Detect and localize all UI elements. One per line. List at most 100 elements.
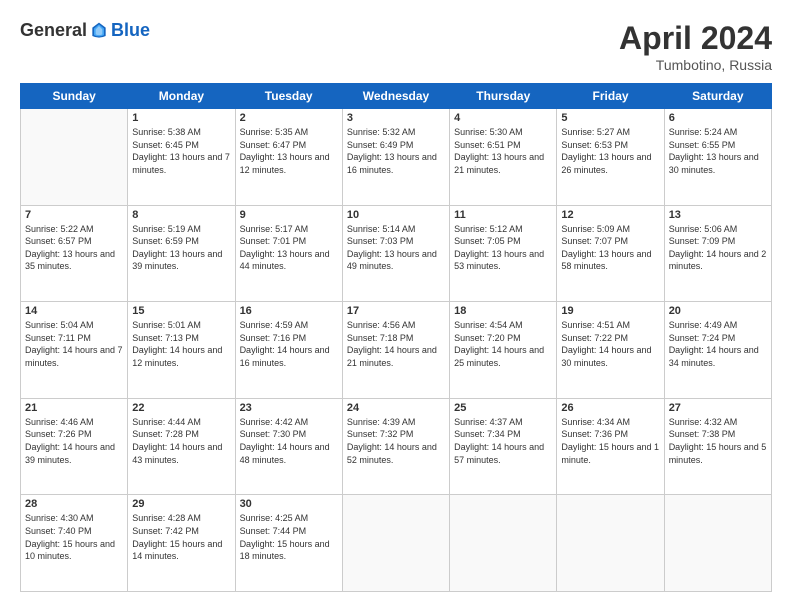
month-title: April 2024 (619, 20, 772, 57)
day-number: 22 (132, 402, 230, 414)
day-info: Sunrise: 4:42 AMSunset: 7:30 PMDaylight:… (240, 416, 338, 466)
day-info: Sunrise: 5:35 AMSunset: 6:47 PMDaylight:… (240, 126, 338, 176)
logo-icon (89, 21, 109, 41)
col-wednesday: Wednesday (342, 84, 449, 109)
day-number: 26 (561, 402, 659, 414)
day-number: 25 (454, 402, 552, 414)
calendar-cell: 14Sunrise: 5:04 AMSunset: 7:11 PMDayligh… (21, 302, 128, 399)
calendar-cell: 27 Sunrise: 4:32 AMSunset: 7:38 PMDayligh… (664, 398, 771, 495)
day-number: 23 (240, 402, 338, 414)
col-friday: Friday (557, 84, 664, 109)
calendar-cell: 6Sunrise: 5:24 AMSunset: 6:55 PMDaylight… (664, 109, 771, 206)
col-thursday: Thursday (450, 84, 557, 109)
day-number: 7 (25, 209, 123, 221)
calendar-cell (664, 495, 771, 592)
day-info: Sunrise: 5:19 AMSunset: 6:59 PMDaylight:… (132, 223, 230, 273)
day-number: 16 (240, 305, 338, 317)
calendar-cell: 7 Sunrise: 5:22 AMSunset: 6:57 PMDaylight… (21, 205, 128, 302)
day-info: Sunrise: 5:12 AMSunset: 7:05 PMDaylight:… (454, 223, 552, 273)
logo-text: General Blue (20, 20, 150, 41)
day-number: 10 (347, 209, 445, 221)
calendar-cell: 26Sunrise: 4:34 AMSunset: 7:36 PMDayligh… (557, 398, 664, 495)
location: Tumbotino, Russia (619, 57, 772, 73)
calendar-cell: 10 Sunrise: 5:14 AMSunset: 7:03 PMDayligh… (342, 205, 449, 302)
calendar-table: Sunday Monday Tuesday Wednesday Thursday… (20, 83, 772, 592)
calendar-cell: 23 Sunrise: 4:42 AMSunset: 7:30 PMDayligh… (235, 398, 342, 495)
calendar-cell: 9Sunrise: 5:17 AMSunset: 7:01 PMDaylight… (235, 205, 342, 302)
day-number: 2 (240, 112, 338, 124)
calendar-cell: 17 Sunrise: 4:56 AMSunset: 7:18 PMDayligh… (342, 302, 449, 399)
day-number: 8 (132, 209, 230, 221)
day-number: 1 (132, 112, 230, 124)
day-number: 14 (25, 305, 123, 317)
day-number: 15 (132, 305, 230, 317)
calendar-week-row: 1 Sunrise: 5:38 AMSunset: 6:45 PMDaylight… (21, 109, 772, 206)
calendar-cell: 24 Sunrise: 4:39 AMSunset: 7:32 PMDayligh… (342, 398, 449, 495)
calendar-cell (450, 495, 557, 592)
title-section: April 2024 Tumbotino, Russia (619, 20, 772, 73)
day-info: Sunrise: 5:38 AMSunset: 6:45 PMDaylight:… (132, 126, 230, 176)
calendar-cell: 29Sunrise: 4:28 AMSunset: 7:42 PMDayligh… (128, 495, 235, 592)
day-info: Sunrise: 4:25 AMSunset: 7:44 PMDaylight:… (240, 512, 338, 562)
day-info: Sunrise: 5:06 AMSunset: 7:09 PMDaylight:… (669, 223, 767, 273)
col-sunday: Sunday (21, 84, 128, 109)
day-number: 18 (454, 305, 552, 317)
day-number: 29 (132, 498, 230, 510)
day-number: 4 (454, 112, 552, 124)
day-number: 30 (240, 498, 338, 510)
day-info: Sunrise: 4:54 AMSunset: 7:20 PMDaylight:… (454, 319, 552, 369)
day-number: 24 (347, 402, 445, 414)
day-info: Sunrise: 5:09 AMSunset: 7:07 PMDaylight:… (561, 223, 659, 273)
calendar-cell: 20 Sunrise: 4:49 AMSunset: 7:24 PMDayligh… (664, 302, 771, 399)
calendar-cell: 30 Sunrise: 4:25 AMSunset: 7:44 PMDayligh… (235, 495, 342, 592)
day-info: Sunrise: 4:39 AMSunset: 7:32 PMDaylight:… (347, 416, 445, 466)
day-info: Sunrise: 5:17 AMSunset: 7:01 PMDaylight:… (240, 223, 338, 273)
calendar-cell: 15 Sunrise: 5:01 AMSunset: 7:13 PMDayligh… (128, 302, 235, 399)
calendar-cell: 21 Sunrise: 4:46 AMSunset: 7:26 PMDayligh… (21, 398, 128, 495)
calendar-cell: 12 Sunrise: 5:09 AMSunset: 7:07 PMDayligh… (557, 205, 664, 302)
calendar-cell: 11Sunrise: 5:12 AMSunset: 7:05 PMDayligh… (450, 205, 557, 302)
day-number: 12 (561, 209, 659, 221)
day-info: Sunrise: 4:46 AMSunset: 7:26 PMDaylight:… (25, 416, 123, 466)
calendar-cell: 13 Sunrise: 5:06 AMSunset: 7:09 PMDayligh… (664, 205, 771, 302)
calendar-cell: 22Sunrise: 4:44 AMSunset: 7:28 PMDayligh… (128, 398, 235, 495)
calendar-header-row: Sunday Monday Tuesday Wednesday Thursday… (21, 84, 772, 109)
logo-blue: Blue (111, 20, 150, 41)
day-info: Sunrise: 5:27 AMSunset: 6:53 PMDaylight:… (561, 126, 659, 176)
day-number: 17 (347, 305, 445, 317)
day-info: Sunrise: 4:56 AMSunset: 7:18 PMDaylight:… (347, 319, 445, 369)
calendar-cell (21, 109, 128, 206)
day-number: 6 (669, 112, 767, 124)
calendar-cell: 8 Sunrise: 5:19 AMSunset: 6:59 PMDaylight… (128, 205, 235, 302)
page: General Blue April 2024 Tumbotino, Russi… (0, 0, 792, 612)
day-info: Sunrise: 5:14 AMSunset: 7:03 PMDaylight:… (347, 223, 445, 273)
calendar-cell: 1 Sunrise: 5:38 AMSunset: 6:45 PMDaylight… (128, 109, 235, 206)
calendar-cell: 16Sunrise: 4:59 AMSunset: 7:16 PMDayligh… (235, 302, 342, 399)
calendar-cell (557, 495, 664, 592)
day-number: 27 (669, 402, 767, 414)
day-info: Sunrise: 4:51 AMSunset: 7:22 PMDaylight:… (561, 319, 659, 369)
calendar-cell (342, 495, 449, 592)
day-number: 21 (25, 402, 123, 414)
day-info: Sunrise: 5:01 AMSunset: 7:13 PMDaylight:… (132, 319, 230, 369)
calendar-cell: 18 Sunrise: 4:54 AMSunset: 7:20 PMDayligh… (450, 302, 557, 399)
header: General Blue April 2024 Tumbotino, Russi… (20, 20, 772, 73)
day-info: Sunrise: 5:22 AMSunset: 6:57 PMDaylight:… (25, 223, 123, 273)
calendar-cell: 25 Sunrise: 4:37 AMSunset: 7:34 PMDayligh… (450, 398, 557, 495)
calendar-cell: 28Sunrise: 4:30 AMSunset: 7:40 PMDayligh… (21, 495, 128, 592)
day-info: Sunrise: 4:49 AMSunset: 7:24 PMDaylight:… (669, 319, 767, 369)
calendar-week-row: 14Sunrise: 5:04 AMSunset: 7:11 PMDayligh… (21, 302, 772, 399)
day-number: 20 (669, 305, 767, 317)
logo-general: General (20, 20, 87, 41)
calendar-cell: 19 Sunrise: 4:51 AMSunset: 7:22 PMDayligh… (557, 302, 664, 399)
day-number: 19 (561, 305, 659, 317)
day-info: Sunrise: 4:30 AMSunset: 7:40 PMDaylight:… (25, 512, 123, 562)
calendar-cell: 2 Sunrise: 5:35 AMSunset: 6:47 PMDaylight… (235, 109, 342, 206)
calendar-cell: 4Sunrise: 5:30 AMSunset: 6:51 PMDaylight… (450, 109, 557, 206)
col-saturday: Saturday (664, 84, 771, 109)
day-number: 5 (561, 112, 659, 124)
day-info: Sunrise: 4:32 AMSunset: 7:38 PMDaylight:… (669, 416, 767, 466)
calendar-cell: 3Sunrise: 5:32 AMSunset: 6:49 PMDaylight… (342, 109, 449, 206)
day-info: Sunrise: 4:37 AMSunset: 7:34 PMDaylight:… (454, 416, 552, 466)
day-number: 13 (669, 209, 767, 221)
